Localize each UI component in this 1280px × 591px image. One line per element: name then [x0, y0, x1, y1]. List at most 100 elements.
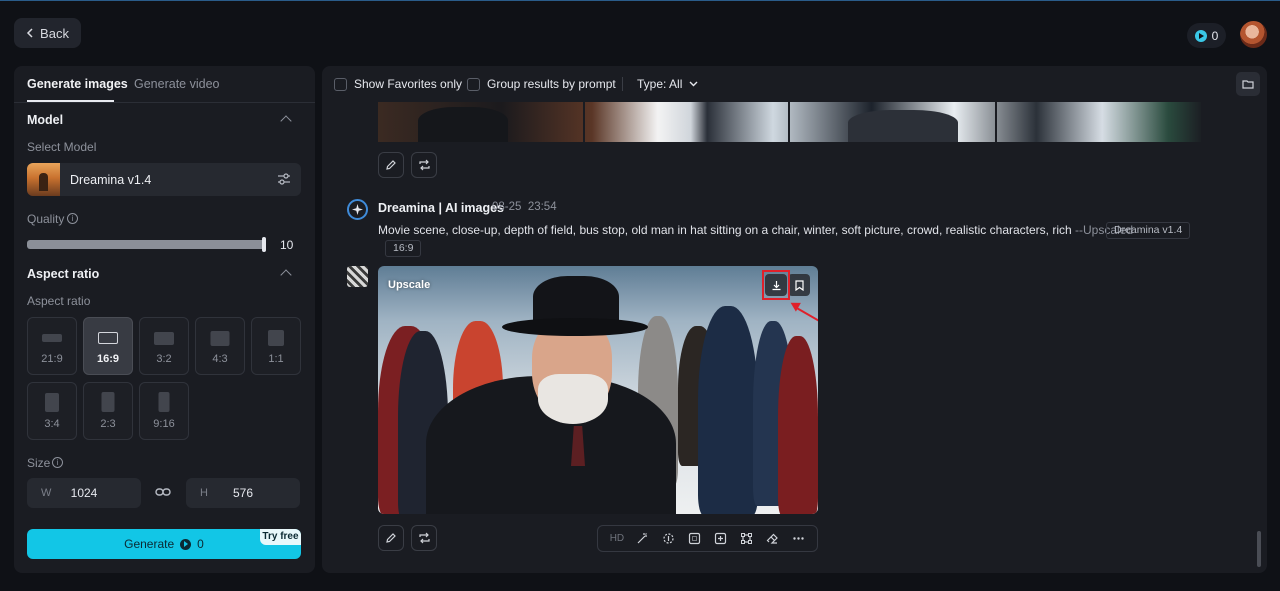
annotation-arrow [794, 306, 818, 325]
folder-button[interactable] [1236, 72, 1260, 96]
ratio-option-2-3[interactable]: 2:3 [83, 382, 133, 440]
ratio-label: 3:2 [156, 353, 172, 365]
repeat-icon [418, 159, 431, 171]
link-icon[interactable] [155, 486, 171, 498]
credit-coin-icon [1194, 29, 1207, 42]
checkbox[interactable] [334, 77, 347, 91]
ratio-option-3-4[interactable]: 3:4 [27, 382, 77, 440]
back-button[interactable]: Back [14, 18, 81, 48]
model-tag: Dreamina v1.4 [1106, 222, 1191, 239]
results-panel: Show Favorites only Group results by pro… [322, 66, 1267, 573]
generation-settings-panel: Generate images Generate video Model Sel… [14, 66, 315, 573]
crop-icon[interactable] [737, 530, 755, 548]
ratio-label: 2:3 [100, 418, 116, 430]
edit-prompt-button[interactable] [378, 525, 404, 551]
inpaint-icon[interactable] [686, 530, 704, 548]
size-label: Size [27, 456, 51, 470]
model-thumbnail [27, 163, 60, 196]
strip-divider [788, 102, 790, 142]
ratio-option-3-2[interactable]: 3:2 [139, 317, 189, 375]
dreamina-avatar [347, 199, 368, 220]
ratio-option-21-9[interactable]: 21:9 [27, 317, 77, 375]
quality-slider-handle[interactable] [262, 237, 266, 252]
ratio-shape [101, 392, 115, 412]
type-label: Type: All [637, 77, 683, 91]
crowd-figure [698, 306, 758, 514]
generate-label: Generate [124, 537, 175, 551]
credits-count: 0 [1211, 28, 1219, 43]
ratio-label: 21:9 [41, 353, 63, 365]
edit-prompt-button[interactable] [378, 152, 404, 178]
model-selector[interactable]: Dreamina v1.4 [27, 163, 301, 196]
ratio-label: 3:4 [44, 418, 60, 430]
ratio-shape [210, 331, 230, 346]
retouch-icon[interactable] [660, 530, 678, 548]
strip-divider [995, 102, 997, 142]
prompt-text: Movie scene, close-up, depth of field, b… [378, 223, 1133, 237]
group-by-prompt-filter[interactable]: Group results by prompt [467, 77, 616, 91]
filter-divider [622, 77, 623, 91]
chevron-up-icon[interactable] [280, 115, 292, 127]
ratio-option-1-1[interactable]: 1:1 [251, 317, 301, 375]
credits-badge[interactable]: 0 [1187, 23, 1226, 48]
previous-results-strip[interactable] [378, 102, 1201, 142]
ratio-shape [154, 332, 174, 345]
image-tools-toolbar: HD [597, 525, 818, 552]
chevron-up-icon[interactable] [280, 269, 292, 281]
bookmark-button[interactable] [788, 274, 810, 296]
magic-wand-icon[interactable] [634, 530, 652, 548]
regenerate-button[interactable] [411, 525, 437, 551]
generated-image[interactable]: Upscale [378, 266, 818, 514]
active-tab-indicator [27, 100, 114, 102]
ratio-option-9-16[interactable]: 9:16 [139, 382, 189, 440]
pencil-icon [385, 532, 397, 544]
select-model-label: Select Model [27, 140, 97, 154]
ratio-label: 1:1 [268, 353, 284, 365]
prompt-body: Movie scene, close-up, depth of field, b… [378, 223, 1072, 237]
message-time: 23:54 [527, 201, 557, 213]
model-name: Dreamina v1.4 [70, 173, 152, 187]
height-input[interactable]: H 576 [186, 478, 300, 508]
ratio-option-16-9[interactable]: 16:9 [83, 317, 133, 375]
ratio-tag: 16:9 [385, 240, 422, 257]
info-icon[interactable]: i [67, 213, 78, 224]
expand-image-icon[interactable] [711, 530, 729, 548]
generate-cost: 0 [197, 537, 204, 551]
back-label: Back [40, 25, 69, 41]
sparkle-icon [352, 204, 363, 215]
eraser-icon[interactable] [763, 530, 781, 548]
ratio-shape [42, 334, 62, 342]
quality-slider-track[interactable] [27, 240, 265, 249]
old-man-hat-brim [502, 318, 648, 336]
group-by-prompt-label: Group results by prompt [487, 77, 616, 91]
user-avatar[interactable] [1240, 21, 1267, 48]
hd-button[interactable]: HD [608, 530, 626, 548]
chevron-down-icon [689, 81, 698, 87]
more-options-icon[interactable] [789, 530, 807, 548]
results-scrollbar[interactable] [1257, 531, 1261, 567]
tab-generate-video[interactable]: Generate video [134, 77, 219, 91]
crowd-figure [778, 336, 818, 514]
ratio-shape [98, 332, 118, 344]
try-free-badge: Try free [260, 529, 301, 545]
sliders-icon[interactable] [277, 172, 291, 186]
info-icon[interactable]: i [52, 457, 63, 468]
show-favorites-filter[interactable]: Show Favorites only [334, 77, 462, 91]
chevron-left-icon [26, 28, 34, 38]
width-input[interactable]: W 1024 [27, 478, 141, 508]
message-timestamp: 08-25 23:54 [492, 201, 557, 213]
regenerate-button[interactable] [411, 152, 437, 178]
ratio-option-4-3[interactable]: 4:3 [195, 317, 245, 375]
tab-generate-images[interactable]: Generate images [27, 77, 128, 91]
repeat-icon [418, 532, 431, 544]
bookmark-icon [794, 279, 804, 291]
checkbox[interactable] [467, 77, 480, 91]
credit-coin-icon [180, 538, 192, 550]
aspect-ratio-section-title: Aspect ratio [27, 267, 100, 281]
old-man-beard [538, 374, 608, 424]
model-section-title: Model [27, 113, 64, 127]
strip-divider [583, 102, 585, 142]
download-highlight-box [762, 270, 790, 300]
ratio-label: 16:9 [96, 353, 120, 365]
type-dropdown[interactable]: Type: All [637, 77, 698, 91]
